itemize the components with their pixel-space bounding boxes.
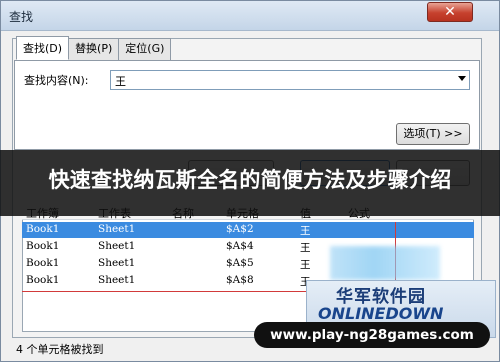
tab-goto[interactable]: 定位(G) <box>118 38 172 60</box>
tab-find[interactable]: 查找(D) <box>16 36 70 60</box>
tab-strip: 查找(D) 替换(P) 定位(G) <box>16 36 172 60</box>
find-what-label: 查找内容(N): <box>24 74 89 87</box>
mosaic-blur <box>330 246 440 280</box>
find-what-input[interactable]: 王 <box>110 70 470 90</box>
title-bar: 查找 ✕ <box>1 1 499 31</box>
headline-text: 快速查找纳瓦斯全名的简便方法及步骤介绍 <box>48 168 452 192</box>
tab-replace[interactable]: 替换(P) <box>68 38 120 60</box>
url-badge[interactable]: www.play-ng28games.com <box>254 322 490 348</box>
chevron-down-icon[interactable] <box>458 76 466 81</box>
window-title: 查找 <box>9 10 34 24</box>
options-button[interactable]: 选项(T) >> <box>396 123 470 145</box>
close-button[interactable]: ✕ <box>427 2 473 22</box>
watermark-en-text: ONLINEDOWN <box>318 304 444 323</box>
